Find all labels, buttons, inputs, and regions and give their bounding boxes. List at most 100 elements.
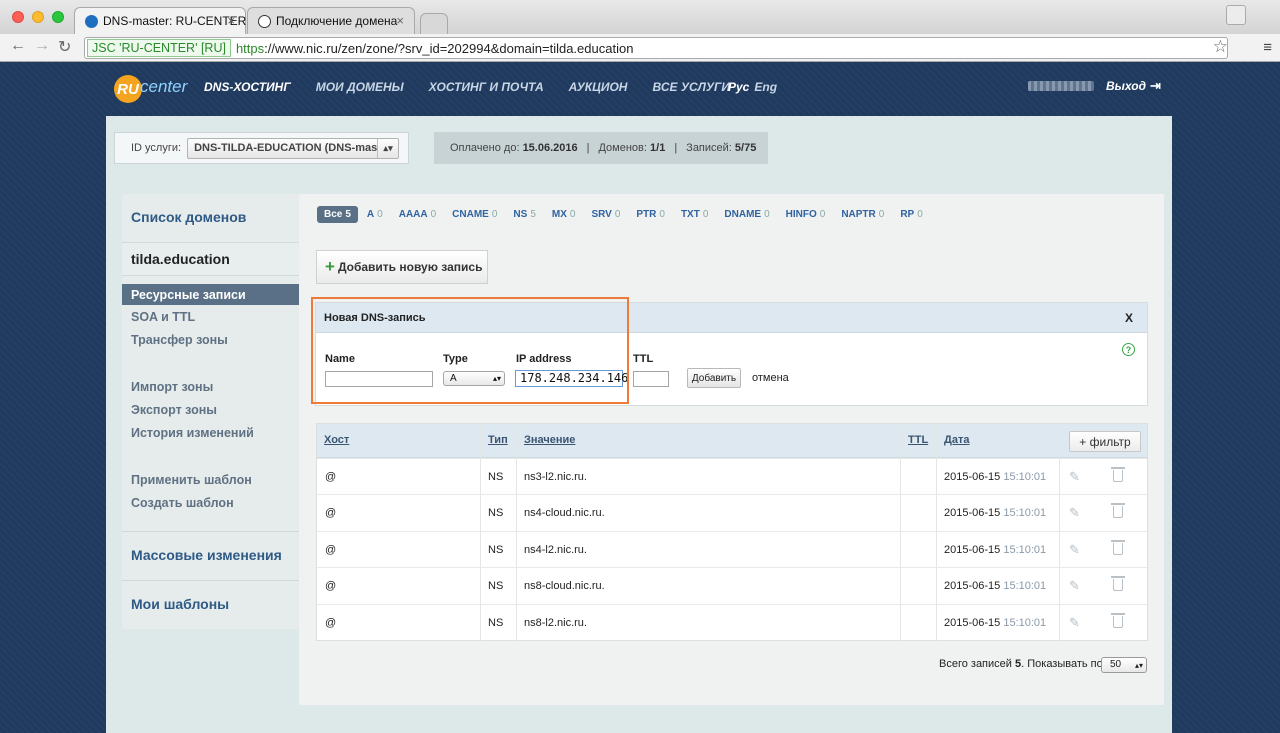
ru-center-logo[interactable]: RU center <box>114 75 194 105</box>
table-row: @ NS ns3-l2.nic.ru. 2015-06-15 15:10:01 … <box>317 458 1147 495</box>
cell-host: @ <box>325 544 337 556</box>
filter-button[interactable]: + фильтр <box>1069 431 1141 452</box>
close-window-button[interactable] <box>12 11 24 23</box>
table-row: @ NS ns4-cloud.nic.ru. 2015-06-15 15:10:… <box>317 494 1147 531</box>
per-page-value: 50 <box>1110 659 1122 670</box>
minimize-window-button[interactable] <box>32 11 44 23</box>
col-date[interactable]: Дата <box>944 434 969 446</box>
filter-a[interactable]: A0 <box>367 209 383 220</box>
close-tab-icon[interactable]: × <box>227 13 235 28</box>
edit-pencil-icon[interactable]: ✎ <box>1069 505 1080 521</box>
col-host[interactable]: Хост <box>324 434 349 446</box>
sidebar-item-zone-import[interactable]: Импорт зоны <box>131 380 213 394</box>
edit-pencil-icon[interactable]: ✎ <box>1069 542 1080 558</box>
filter-mx[interactable]: MX 0 <box>552 209 576 220</box>
forward-arrow-icon[interactable]: → <box>34 37 50 55</box>
filter-hinfo[interactable]: HINFO 0 <box>786 209 826 220</box>
filter-label: CNAME <box>452 209 489 220</box>
domains-label: Доменов: <box>598 142 647 154</box>
edit-pencil-icon[interactable]: ✎ <box>1069 469 1080 485</box>
zoom-window-button[interactable] <box>52 11 64 23</box>
tab-dns-master[interactable]: DNS-master: RU-CENTER × <box>74 7 246 34</box>
col-type[interactable]: Тип <box>488 434 508 446</box>
select-arrows-icon: ▴▾ <box>377 138 399 158</box>
url-text[interactable]: https://www.nic.ru/zen/zone/?srv_id=2029… <box>236 41 633 56</box>
edit-pencil-icon[interactable]: ✎ <box>1069 578 1080 594</box>
sidebar-item-soa-ttl[interactable]: SOA и TTL <box>131 310 195 324</box>
cancel-link[interactable]: отмена <box>752 372 789 384</box>
sidebar-item-zone-transfer[interactable]: Трансфер зоны <box>131 333 228 347</box>
tab-domain-connect[interactable]: Подключение домена × <box>247 7 415 34</box>
filter-label: A <box>366 209 375 220</box>
filter-srv[interactable]: SRV 0 <box>591 209 620 220</box>
lang-en[interactable]: Eng <box>754 80 777 94</box>
nav-all-services[interactable]: ВСЕ УСЛУГИ <box>652 80 730 94</box>
logout-link[interactable]: Выход ⇥ <box>1106 78 1161 94</box>
tab-title: Подключение домена <box>276 14 398 28</box>
sidebar-item-zone-export[interactable]: Экспорт зоны <box>131 403 217 417</box>
filter-label: RP <box>900 209 915 220</box>
records-value: 5/75 <box>734 142 757 154</box>
browser-toolbar: ← → ↻ JSC 'RU-CENTER' [RU] https://www.n… <box>0 34 1280 62</box>
sidebar-my-templates[interactable]: Мои шаблоны <box>131 596 229 612</box>
cell-host: @ <box>325 617 337 629</box>
filter-rp[interactable]: RP 0 <box>900 209 922 220</box>
delete-trash-icon[interactable] <box>1111 540 1125 555</box>
filter-cname[interactable]: CNAME 0 <box>452 209 497 220</box>
nav-my-domains[interactable]: МОИ ДОМЕНЫ <box>316 80 404 94</box>
filter-aaaa[interactable]: AAAA 0 <box>399 209 436 220</box>
per-page-select[interactable]: 50 ▴▾ <box>1101 657 1147 673</box>
delete-trash-icon[interactable] <box>1111 503 1125 518</box>
close-form-icon[interactable]: X <box>1125 311 1133 325</box>
new-tab-button[interactable] <box>420 13 448 34</box>
filter-ptr[interactable]: PTR 0 <box>636 209 665 220</box>
cell-date: 2015-06-15 15:10:01 <box>944 580 1046 592</box>
add-record-button[interactable]: + Добавить новую запись <box>316 250 488 284</box>
sidebar-item-apply-template[interactable]: Применить шаблон <box>131 473 252 487</box>
nav-auction[interactable]: АУКЦИОН <box>569 80 628 94</box>
submit-record-button[interactable]: Добавить <box>687 368 741 388</box>
delete-trash-icon[interactable] <box>1111 467 1125 482</box>
date: 2015-06-15 <box>944 544 1001 556</box>
ttl-input[interactable] <box>633 371 669 387</box>
sidebar-domain[interactable]: tilda.education <box>122 242 299 276</box>
address-bar[interactable]: JSC 'RU-CENTER' [RU] https://www.nic.ru/… <box>84 37 1228 59</box>
filter-naptr[interactable]: NAPTR 0 <box>841 209 884 220</box>
lang-ru[interactable]: Рус <box>728 80 749 94</box>
nav-hosting-mail[interactable]: ХОСТИНГ И ПОЧТА <box>429 80 544 94</box>
col-value[interactable]: Значение <box>524 434 575 446</box>
filter-txt[interactable]: TXT 0 <box>681 209 708 220</box>
ev-certificate-badge[interactable]: JSC 'RU-CENTER' [RU] <box>87 39 231 57</box>
profile-button[interactable] <box>1226 5 1246 25</box>
user-name-blurred <box>1028 81 1094 91</box>
filter-count: 0 <box>491 209 498 220</box>
delete-trash-icon[interactable] <box>1111 576 1125 591</box>
help-icon[interactable]: ? <box>1122 343 1135 356</box>
sidebar-item-history[interactable]: История изменений <box>131 426 254 440</box>
table-header <box>317 424 1147 458</box>
filter-count: 0 <box>430 209 437 220</box>
sidebar-item-create-template[interactable]: Создать шаблон <box>131 496 234 510</box>
back-arrow-icon[interactable]: ← <box>10 37 26 55</box>
cell-type: NS <box>488 507 504 519</box>
browser-menu-icon[interactable]: ≡ <box>1263 39 1272 56</box>
filter-count: 0 <box>377 209 383 220</box>
sidebar-mass-changes[interactable]: Массовые изменения <box>131 547 282 563</box>
filter-ns[interactable]: NS 5 <box>513 209 535 220</box>
edit-pencil-icon[interactable]: ✎ <box>1069 615 1080 631</box>
nav-dns-hosting[interactable]: DNS-ХОСТИНГ <box>204 80 291 94</box>
cell-host: @ <box>325 507 337 519</box>
sidebar-domain-list[interactable]: Список доменов <box>131 209 246 225</box>
logo-ru: RU <box>114 75 142 103</box>
reload-icon[interactable]: ↻ <box>58 37 71 57</box>
sidebar-item-resource-records[interactable]: Ресурсные записи <box>122 284 299 305</box>
service-id-value: DNS-TILDA-EDUCATION (DNS-master) <box>194 142 395 154</box>
service-id-select[interactable]: DNS-TILDA-EDUCATION (DNS-master) ▴▾ <box>187 137 400 159</box>
filter-label: Все <box>324 209 343 220</box>
filter-all[interactable]: Все 5 <box>317 206 358 223</box>
delete-trash-icon[interactable] <box>1111 613 1125 628</box>
filter-dname[interactable]: DNAME 0 <box>724 209 769 220</box>
close-tab-icon[interactable]: × <box>396 13 404 28</box>
col-ttl[interactable]: TTL <box>908 434 928 446</box>
bookmark-star-icon[interactable]: ☆ <box>1213 37 1228 57</box>
